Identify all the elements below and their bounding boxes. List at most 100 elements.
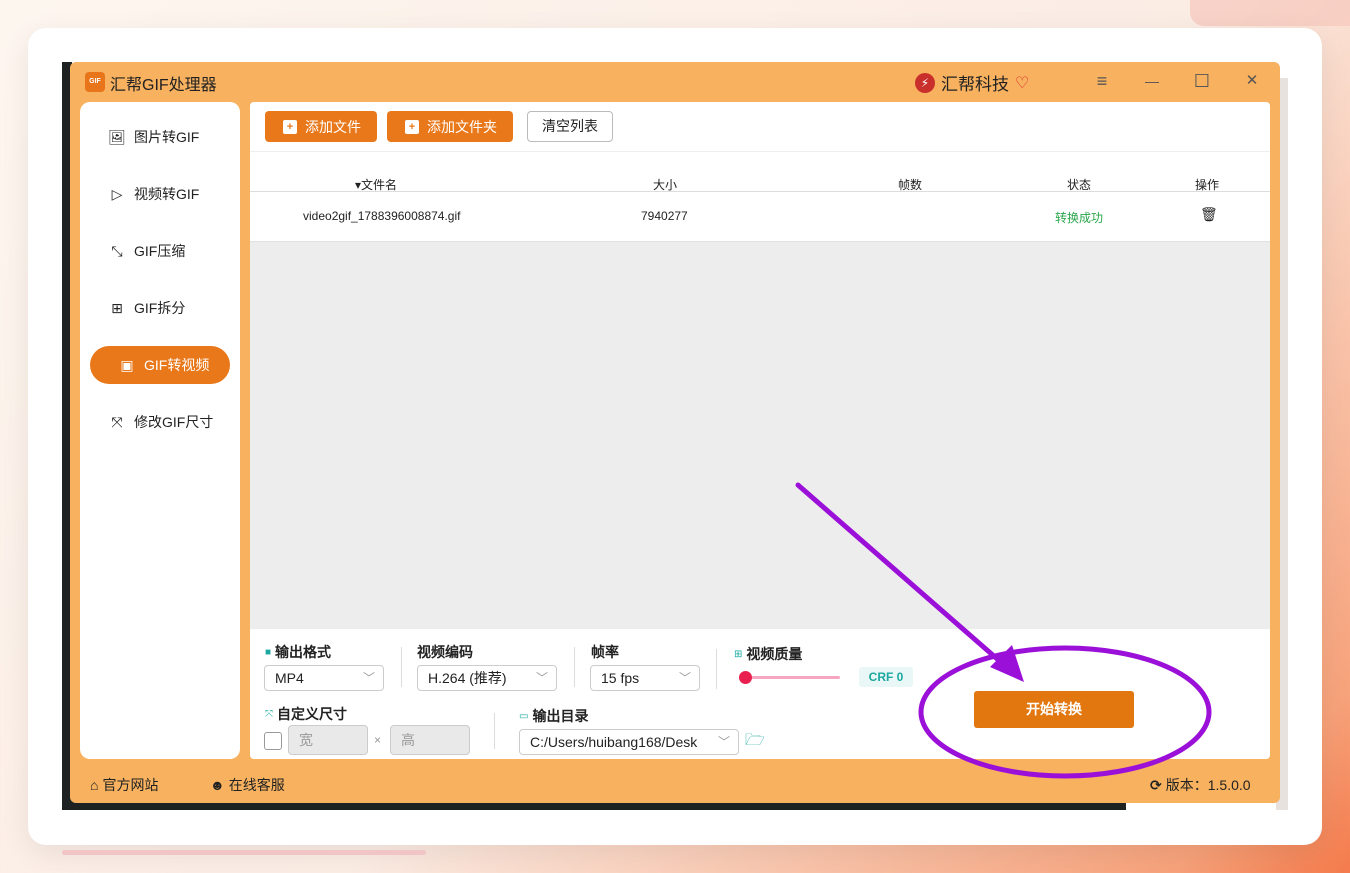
- background-decoration-bar: [62, 850, 426, 855]
- table-row[interactable]: video2gif_1788396008874.gif 7940277 转换成功…: [250, 192, 1270, 242]
- refresh-icon: ⟳: [1150, 776, 1162, 793]
- clear-list-button[interactable]: 清空列表: [527, 111, 613, 142]
- output-format-value: MP4: [275, 670, 304, 686]
- column-filename[interactable]: ▾文件名: [355, 176, 397, 193]
- video-codec-select[interactable]: H.264 (推荐) ﹀: [417, 665, 557, 691]
- custom-size-text: 自定义尺寸: [277, 706, 347, 722]
- output-dir-select[interactable]: C:/Users/huibang168/Desk ﹀: [519, 729, 739, 755]
- sidebar-item-gif-compress[interactable]: ⤡ GIF压缩: [90, 232, 230, 270]
- sidebar-item-label: 修改GIF尺寸: [134, 414, 214, 430]
- brand-name: 汇帮科技: [941, 75, 1009, 94]
- background-decoration: [1190, 0, 1350, 26]
- sidebar-item-label: GIF压缩: [134, 243, 186, 259]
- footer: ⌂ 官方网站 ☻ 在线客服 ⟳ 版本：1.5.0.0: [70, 765, 1280, 803]
- frame-rate-text: 帧率: [591, 644, 619, 660]
- app-logo-icon: GIF: [85, 72, 105, 92]
- column-status[interactable]: 状态: [1067, 176, 1091, 193]
- folder-icon: ▭: [519, 710, 529, 722]
- column-size[interactable]: 大小: [653, 176, 677, 193]
- quality-slider-track[interactable]: [746, 676, 840, 679]
- brand[interactable]: ⚡ 汇帮科技 ♡: [915, 70, 1029, 95]
- menu-button[interactable]: ≡: [1089, 68, 1115, 94]
- file-name: video2gif_1788396008874.gif: [303, 209, 461, 223]
- close-button[interactable]: ✕: [1239, 68, 1265, 94]
- add-folder-button[interactable]: + 添加文件夹: [387, 111, 513, 142]
- open-folder-icon[interactable]: 🗁: [745, 729, 765, 756]
- times-sign: ×: [374, 733, 382, 747]
- website-label: 官方网站: [102, 777, 159, 793]
- sidebar-item-resize-gif[interactable]: ⤧ 修改GIF尺寸: [90, 403, 230, 441]
- custom-size-label: ⤧ 自定义尺寸: [265, 704, 347, 724]
- image-icon: 🖼: [108, 129, 126, 145]
- start-convert-button[interactable]: 开始转换: [974, 691, 1134, 728]
- quality-value-badge: CRF 0: [859, 667, 913, 687]
- chevron-down-icon: ﹀: [678, 671, 691, 685]
- width-input[interactable]: 宽: [288, 725, 368, 755]
- quality-slider-handle[interactable]: [739, 671, 752, 684]
- output-dir-label: ▭ 输出目录: [519, 706, 588, 726]
- sidebar-item-gif-split[interactable]: ⊞ GIF拆分: [90, 289, 230, 327]
- sidebar-item-video-to-gif[interactable]: ▷ 视频转GIF: [90, 175, 230, 213]
- sidebar-item-label: GIF拆分: [134, 300, 186, 316]
- column-frames[interactable]: 帧数: [898, 176, 922, 193]
- output-format-select[interactable]: MP4 ﹀: [264, 665, 384, 691]
- compress-icon: ⤡: [111, 243, 123, 259]
- video-codec-text: 视频编码: [417, 644, 473, 660]
- status-badge: 转换成功: [1055, 211, 1104, 225]
- frame-rate-label: 帧率: [591, 642, 619, 662]
- sidebar-item-label: 图片转GIF: [134, 129, 200, 145]
- output-format-text: 输出格式: [275, 644, 332, 660]
- add-folder-label: 添加文件夹: [427, 118, 497, 135]
- main-panel: + 添加文件 + 添加文件夹 清空列表 ▾文件名 大小 帧数 状态 操作 vid…: [250, 102, 1270, 759]
- maximize-button[interactable]: ☐: [1189, 68, 1215, 94]
- frame-rate-select[interactable]: 15 fps ﹀: [590, 665, 700, 691]
- website-link[interactable]: ⌂ 官方网站: [90, 775, 158, 795]
- version-label: 版本：1.5.0.0: [1165, 777, 1251, 793]
- add-file-label: 添加文件: [305, 118, 361, 135]
- video-icon: ■: [265, 646, 272, 658]
- output-format-label: ■ 输出格式: [265, 642, 331, 662]
- video-camera-icon: ▣: [120, 357, 134, 373]
- sidebar-item-label: GIF转视频: [144, 357, 210, 373]
- divider: [716, 649, 717, 689]
- resize-icon: ⤧: [111, 414, 123, 430]
- quality-label: ⊞ 视频质量: [734, 644, 802, 664]
- support-icon: ☻: [210, 777, 225, 793]
- divider: [401, 647, 402, 687]
- sidebar-item-image-to-gif[interactable]: 🖼 图片转GIF: [90, 118, 230, 156]
- chevron-down-icon: ﹀: [362, 671, 375, 685]
- resize-icon: ⤧: [265, 708, 273, 720]
- split-icon: ⊞: [111, 300, 123, 316]
- sidebar-item-label: 视频转GIF: [134, 186, 200, 202]
- version-info[interactable]: ⟳ 版本：1.5.0.0: [1150, 775, 1251, 795]
- toolbar: + 添加文件 + 添加文件夹 清空列表: [250, 102, 1270, 152]
- add-file-icon: +: [283, 119, 297, 134]
- frame-rate-value: 15 fps: [601, 670, 640, 686]
- chevron-down-icon: ﹀: [535, 671, 548, 685]
- add-folder-icon: +: [405, 119, 419, 134]
- trash-icon[interactable]: 🗑: [1200, 206, 1218, 223]
- chevron-down-icon: ﹀: [717, 735, 730, 749]
- play-circle-icon: ▷: [111, 186, 123, 202]
- app-window: GIF 汇帮GIF处理器 ⚡ 汇帮科技 ♡ ≡ — ☐ ✕ 🖼 图片转GIF ▷…: [70, 62, 1280, 803]
- quality-text: 视频质量: [746, 646, 803, 662]
- column-actions: 操作: [1195, 178, 1220, 192]
- sidebar: 🖼 图片转GIF ▷ 视频转GIF ⤡ GIF压缩 ⊞ GIF拆分 ▣ GIF转…: [80, 102, 240, 759]
- divider: [574, 647, 575, 687]
- home-icon: ⌂: [90, 777, 99, 793]
- add-file-button[interactable]: + 添加文件: [265, 111, 377, 142]
- custom-size-checkbox[interactable]: [264, 732, 282, 750]
- app-title: 汇帮GIF处理器: [110, 77, 217, 94]
- grid-icon: ⊞: [734, 648, 743, 660]
- sidebar-item-gif-to-video[interactable]: ▣ GIF转视频: [90, 346, 230, 384]
- heart-icon: ♡: [1015, 74, 1030, 92]
- output-dir-text: 输出目录: [532, 708, 589, 724]
- title-bar: GIF 汇帮GIF处理器 ⚡ 汇帮科技 ♡ ≡ — ☐ ✕: [70, 62, 1280, 100]
- table-header: ▾文件名 大小 帧数 状态 操作: [250, 152, 1270, 192]
- video-codec-label: 视频编码: [417, 642, 473, 662]
- height-input[interactable]: 高: [390, 725, 470, 755]
- settings-panel: ■ 输出格式 MP4 ﹀ 视频编码 H.264 (推荐) ﹀ 帧率 15 fps: [250, 629, 1270, 759]
- minimize-button[interactable]: —: [1139, 68, 1165, 94]
- support-link[interactable]: ☻ 在线客服: [210, 775, 285, 795]
- brand-logo-icon: ⚡: [915, 72, 935, 93]
